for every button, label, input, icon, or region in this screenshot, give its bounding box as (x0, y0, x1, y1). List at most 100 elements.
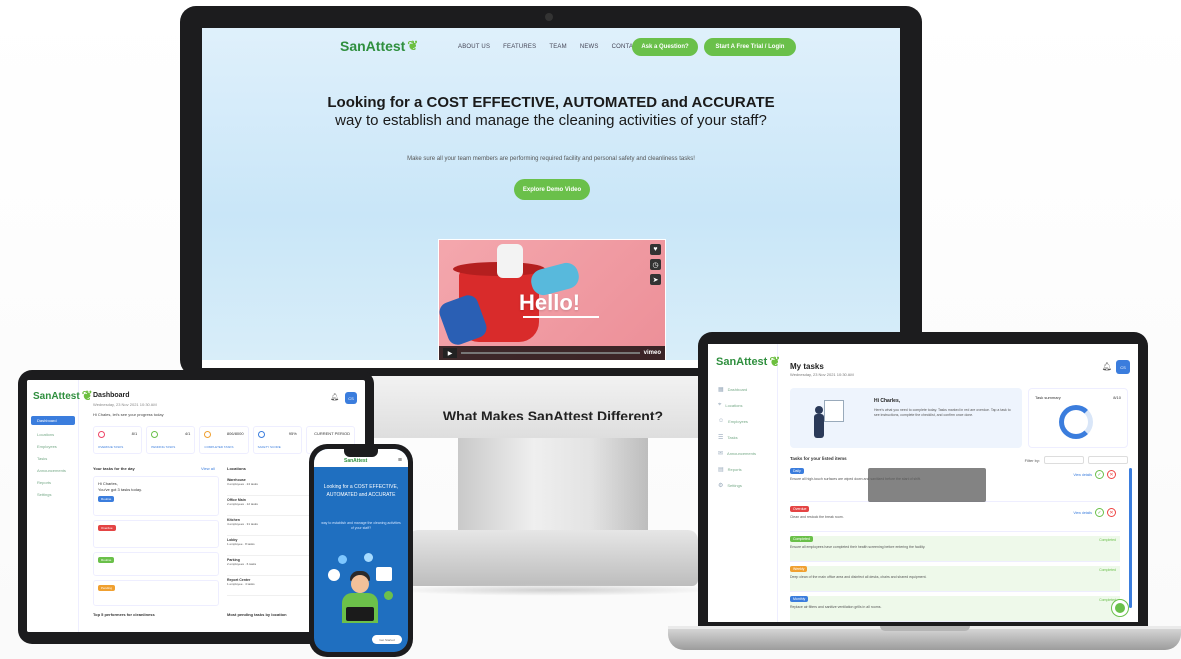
sidebar-item-announcements[interactable]: Announcements (31, 466, 75, 475)
phone-device: SanAttest ≡ Looking for a COST EFFECTIVE… (309, 444, 413, 657)
task-card[interactable]: Hi Charles, You've got 3 tasks today. Ro… (93, 476, 219, 516)
sidebar-item-settings[interactable]: ⚙ Settings (718, 482, 742, 489)
welcome-text: Here's what you need to complete today. … (874, 408, 1011, 417)
phone-cta-button[interactable]: Get Started (372, 635, 402, 644)
vimeo-logo[interactable]: vimeo (644, 350, 661, 356)
nav-features[interactable]: FEATURES (503, 44, 536, 50)
logo-text: SanAttest (716, 356, 768, 368)
filter-select[interactable] (1088, 456, 1128, 464)
video-progress-track[interactable] (461, 352, 640, 354)
phone-notch (344, 449, 378, 457)
laptop-icon (346, 607, 374, 621)
heart-icon[interactable]: ♥ (650, 244, 661, 255)
demo-video-button[interactable]: Explore Demo Video (514, 179, 590, 200)
video-controls: ▶ vimeo (439, 346, 665, 360)
sidebar-item-announcements[interactable]: ✉ Announcements (718, 450, 756, 457)
site-navbar: SanAttest ❦ ABOUT US FEATURES TEAM NEWS … (202, 28, 900, 68)
laptop-logo[interactable]: SanAttest ❦ (716, 354, 780, 370)
leaf-icon: ❦ (769, 354, 781, 369)
task-actions: Completed (1099, 538, 1116, 542)
location-meta: 4 employees · 31 tasks (227, 522, 258, 526)
section-heading: What Makes SanAttest Different? (442, 408, 664, 420)
ask-question-button[interactable]: Ask a Question? (632, 38, 698, 56)
stat-value: 8/1 (131, 431, 138, 436)
video-side-actions: ♥ ◷ ➤ (650, 244, 661, 285)
close-icon[interactable]: ✕ (1107, 470, 1116, 479)
check-icon[interactable]: ✓ (1095, 470, 1104, 479)
task-card[interactable]: Pending (93, 580, 219, 606)
stat-card[interactable]: 4/1 PENDING TASKS (146, 426, 196, 454)
site-logo[interactable]: SanAttest ❦ (340, 38, 418, 54)
view-all-link[interactable]: View all (201, 466, 215, 471)
sidebar-item-label: Locations (725, 403, 743, 408)
laptop-screen: SanAttest ❦ ▦ Dashboard ⌖ Locations ☺ Emplo… (708, 344, 1138, 622)
task-tag: Weekly (790, 566, 808, 572)
location-meta: 1 employee · 8 tasks (227, 542, 255, 546)
laptop-sidebar: SanAttest ❦ ▦ Dashboard ⌖ Locations ☺ Emplo… (708, 344, 780, 622)
task-row[interactable]: Overdue Clean and restock the break room… (790, 506, 1120, 532)
nav-about[interactable]: ABOUT US (458, 44, 490, 50)
sidebar-item-label: Tasks (727, 435, 738, 440)
megaphone-icon: ✉ (718, 451, 724, 457)
stat-card[interactable]: 806/8000 COMPLETED TASKS (199, 426, 249, 454)
sidebar-item-tasks[interactable]: ☰ Tasks (718, 434, 738, 441)
task-row[interactable]: Monthly Replace air filters and sanitize… (790, 596, 1120, 622)
worker-illustration (324, 549, 398, 629)
bell-icon[interactable]: 🔔︎ (1102, 362, 1112, 371)
sidebar-item-reports[interactable]: ▤ Reports (718, 466, 742, 473)
welcome-title: Hi Charles, (874, 398, 901, 404)
report-icon: ▤ (718, 467, 724, 473)
person-body (814, 414, 824, 438)
list-icon: ☰ (718, 435, 724, 441)
monitor-screen: SanAttest ❦ ABOUT US FEATURES TEAM NEWS … (202, 28, 900, 368)
completed-label: Completed (1099, 538, 1116, 542)
check-icon[interactable]: ✓ (1095, 508, 1104, 517)
sidebar-item-reports[interactable]: Reports (31, 478, 75, 487)
sidebar-item-locations[interactable]: ⌖ Locations (718, 402, 743, 409)
monitor-stand-base (408, 530, 698, 586)
task-card[interactable]: Overdue (93, 520, 219, 548)
avatar[interactable]: CS (1116, 360, 1130, 374)
task-description: Deep clean of the main office area and d… (790, 575, 927, 579)
play-icon[interactable]: ▶ (443, 348, 457, 358)
sidebar-item-dashboard[interactable]: ▦ Dashboard (718, 386, 747, 393)
stat-card[interactable]: 95% SAFETY SCORE (252, 426, 302, 454)
chat-icon[interactable] (1112, 600, 1128, 616)
sidebar-item-label: Dashboard (727, 387, 748, 392)
task-actions: Completed (1099, 568, 1116, 572)
task-row[interactable]: Completed Ensure all employees have comp… (790, 536, 1120, 562)
phone-logo[interactable]: SanAttest (344, 458, 367, 464)
sidebar-item-tasks[interactable]: Tasks (31, 454, 75, 463)
view-details-link[interactable]: View details (1073, 473, 1092, 477)
task-description: Clean and restock the break room. (790, 515, 844, 519)
task-card[interactable]: Routine (93, 552, 219, 576)
task-description: Ensure all employees have completed thei… (790, 545, 926, 549)
hamburger-icon[interactable]: ≡ (398, 457, 402, 464)
send-icon[interactable]: ➤ (650, 274, 661, 285)
task-row[interactable]: Weekly Deep clean of the main office are… (790, 566, 1120, 592)
close-icon[interactable]: ✕ (1107, 508, 1116, 517)
stat-value: 95% (288, 431, 297, 436)
demo-video-player[interactable]: Hello! ♥ ◷ ➤ ▶ vimeo (438, 239, 666, 361)
tablet-logo[interactable]: SanAttest ❦ (33, 388, 93, 404)
bell-icon[interactable]: 🔔︎ (330, 393, 339, 401)
free-trial-button[interactable]: Start A Free Trial / Login (704, 38, 796, 56)
sidebar-item-employees[interactable]: Employees (31, 442, 75, 451)
view-details-link[interactable]: View details (1073, 511, 1092, 515)
avatar[interactable]: CS (345, 392, 357, 404)
greeting-text: Hi Chales, let's see your progress today (93, 412, 164, 417)
nav-news[interactable]: NEWS (580, 44, 599, 50)
nav-team[interactable]: TEAM (549, 44, 566, 50)
card-tag: Routine (98, 496, 214, 502)
sidebar-item-dashboard[interactable]: Dashboard (31, 416, 75, 425)
welcome-card: Hi Charles, Here's what you need to comp… (790, 388, 1022, 448)
sidebar-item-locations[interactable]: Locations (31, 430, 75, 439)
sidebar-item-label: Announcements (727, 451, 756, 456)
scrollbar[interactable] (1129, 468, 1132, 608)
sidebar-item-label: Settings (727, 483, 742, 488)
sidebar-item-employees[interactable]: ☺ Employees (718, 418, 748, 424)
sidebar-item-settings[interactable]: Settings (31, 490, 75, 499)
stat-card[interactable]: 8/1 OVERDUE TASKS (93, 426, 143, 454)
filter-select[interactable] (1044, 456, 1084, 464)
clock-icon[interactable]: ◷ (650, 259, 661, 270)
